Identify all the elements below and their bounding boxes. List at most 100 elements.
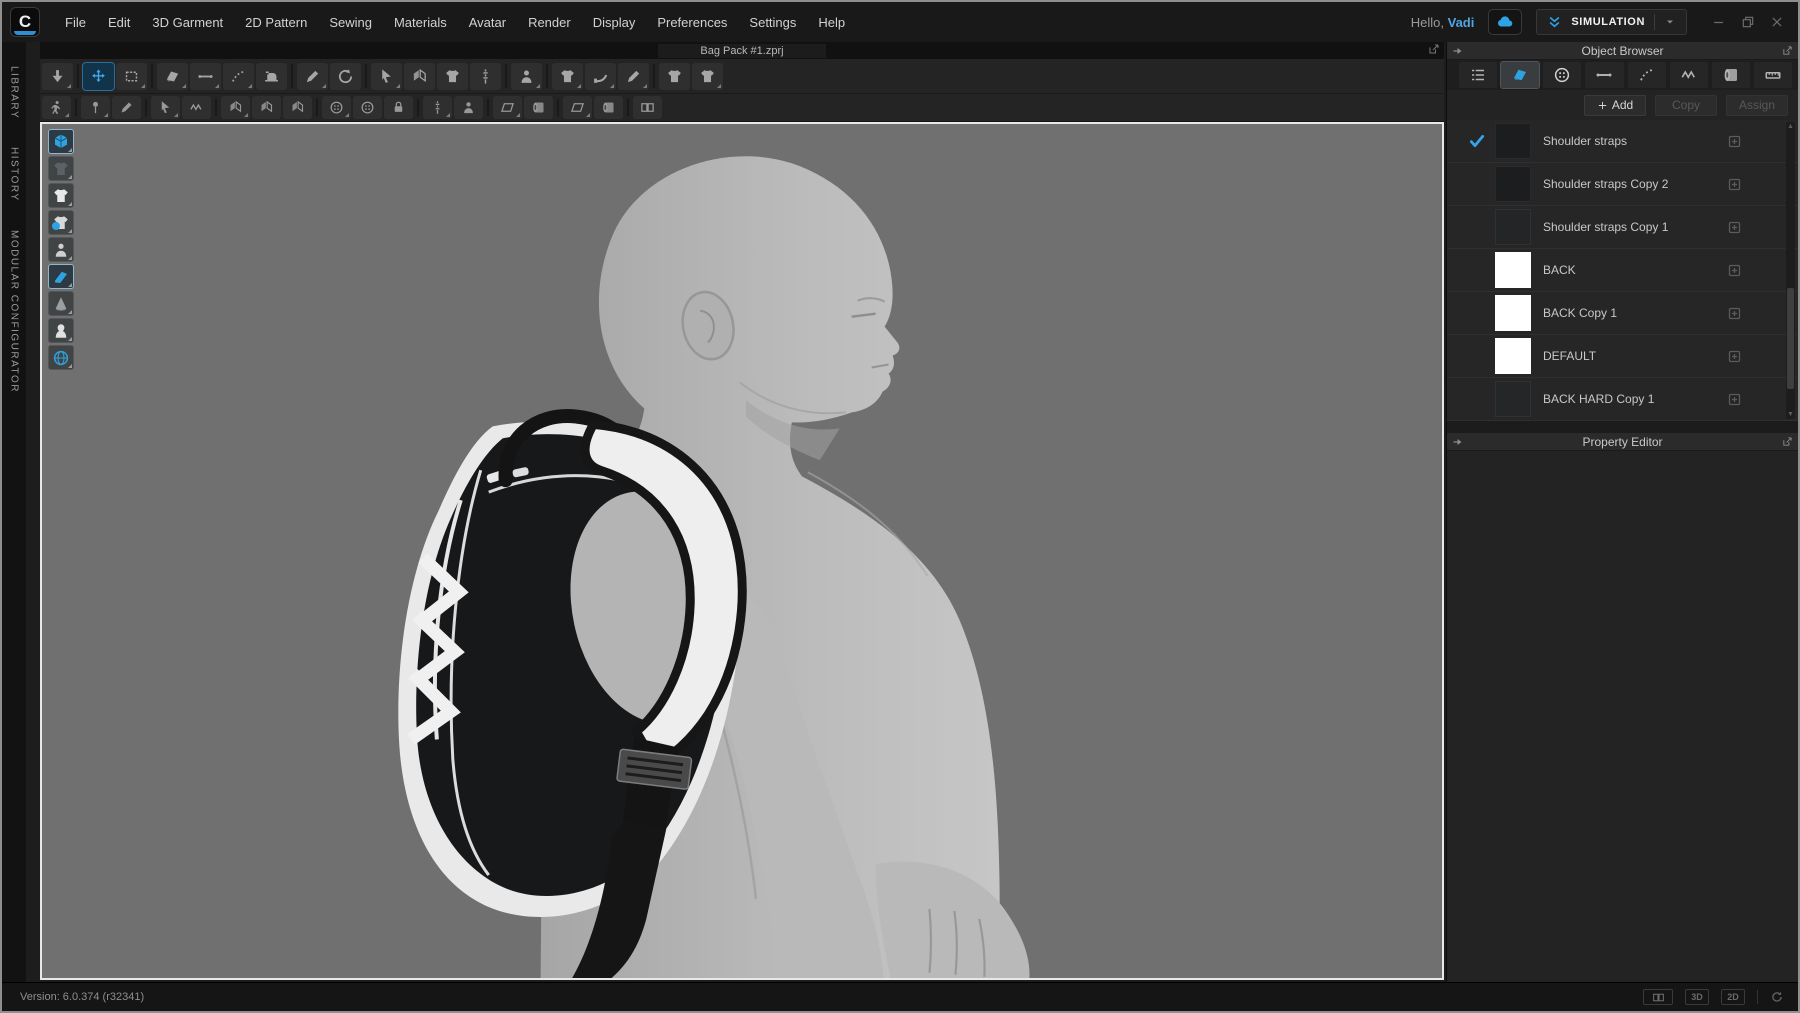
show-3d-garment-button[interactable] — [48, 129, 74, 154]
save-thumbnail-icon[interactable] — [1727, 177, 1742, 192]
toolbar-zipper-button[interactable] — [470, 62, 501, 90]
object-browser-header[interactable]: Object Browser — [1447, 42, 1798, 60]
tab-scene-list[interactable] — [1459, 62, 1498, 88]
menu-sewing[interactable]: Sewing — [318, 9, 383, 36]
tab-stitch[interactable] — [1627, 62, 1666, 88]
toolbar-arrange-plane-button[interactable] — [493, 96, 522, 119]
menu-edit[interactable]: Edit — [97, 9, 141, 36]
menu-avatar[interactable]: Avatar — [458, 9, 517, 36]
toolbar-zipper-install-button[interactable] — [423, 96, 452, 119]
fabric-row-shoulder-straps[interactable]: Shoulder straps — [1447, 120, 1798, 163]
show-internal-lines-button[interactable] — [48, 156, 74, 181]
tab-topstitch[interactable] — [1585, 62, 1624, 88]
assign-button[interactable]: Assign — [1726, 94, 1788, 116]
menu-render[interactable]: Render — [517, 9, 582, 36]
view-3d-button[interactable]: 3D — [1685, 989, 1709, 1005]
toolbar-arrange-curve-button[interactable] — [524, 96, 553, 119]
fabric-row-back-copy-1[interactable]: BACK Copy 1 — [1447, 292, 1798, 335]
show-pattern-outline-button[interactable] — [48, 264, 74, 289]
list-scrollbar[interactable]: ▲ ▼ — [1786, 122, 1795, 419]
tab-fabric[interactable] — [1500, 61, 1541, 89]
document-tab[interactable]: Bag Pack #1.zprj — [658, 43, 826, 58]
toolbar-stylus-pen-button[interactable] — [618, 62, 649, 90]
toolbar-arrange-point-button[interactable] — [371, 62, 402, 90]
toolbar-arrange-plane-b-button[interactable] — [563, 96, 592, 119]
save-thumbnail-icon[interactable] — [1727, 349, 1742, 364]
save-thumbnail-icon[interactable] — [1727, 220, 1742, 235]
user-name-link[interactable]: Vadi — [1448, 15, 1475, 30]
toolbar-align-tools-button[interactable] — [633, 96, 662, 119]
toolbar-edit-sewing-button[interactable] — [256, 62, 287, 90]
toolbar-fold-arrangement-button[interactable] — [404, 62, 435, 90]
toolbar-fold-wrinkle-button[interactable] — [283, 96, 312, 119]
save-thumbnail-icon[interactable] — [1727, 306, 1742, 321]
fabric-swatch[interactable] — [1495, 295, 1531, 331]
toolbar-pin-select-button[interactable] — [81, 96, 110, 119]
property-editor-header[interactable]: Property Editor — [1447, 433, 1798, 451]
fabric-row-back[interactable]: BACK — [1447, 249, 1798, 292]
fabric-swatch[interactable] — [1495, 252, 1531, 288]
fabric-swatch[interactable] — [1495, 338, 1531, 374]
sidebar-tab-history[interactable]: HISTORY — [9, 147, 20, 202]
tab-puckering[interactable] — [1669, 62, 1708, 88]
toolbar-sewing-select-button[interactable] — [151, 96, 180, 119]
view-2d-button[interactable]: 2D — [1721, 989, 1745, 1005]
sidebar-tab-library[interactable]: LIBRARY — [9, 66, 20, 119]
toolbar-edit-pinpoint-button[interactable] — [190, 62, 221, 90]
toolbar-arrange-curve-b-button[interactable] — [594, 96, 623, 119]
split-view-button[interactable] — [1643, 989, 1673, 1005]
tab-fabric-roll[interactable] — [1711, 62, 1750, 88]
close-icon[interactable] — [1770, 15, 1784, 29]
menu-display[interactable]: Display — [582, 9, 647, 36]
toolbar-button-select-button[interactable] — [322, 96, 351, 119]
toolbar-fold-left-button[interactable] — [221, 96, 250, 119]
show-avatar-button[interactable] — [48, 237, 74, 262]
restore-icon[interactable] — [1741, 15, 1755, 29]
save-thumbnail-icon[interactable] — [1727, 392, 1742, 407]
minimize-icon[interactable] — [1711, 15, 1726, 30]
toolbar-flip-fold-right-button[interactable] — [692, 62, 723, 90]
scroll-down-icon[interactable]: ▼ — [1786, 410, 1795, 419]
save-thumbnail-icon[interactable] — [1727, 134, 1742, 149]
toolbar-flip-fold-left-button[interactable] — [659, 62, 690, 90]
fabric-swatch[interactable] — [1495, 123, 1531, 159]
menu-2d-pattern[interactable]: 2D Pattern — [234, 9, 318, 36]
sidebar-tab-modular-configurator[interactable]: MODULAR CONFIGURATOR — [9, 230, 20, 393]
fabric-swatch[interactable] — [1495, 381, 1531, 417]
toolbar-button-add-button[interactable] — [353, 96, 382, 119]
collapse-arrow-icon[interactable] — [1452, 436, 1464, 448]
fabric-swatch[interactable] — [1495, 209, 1531, 245]
fabric-row-back-hard-copy-1[interactable]: BACK HARD Copy 1 — [1447, 378, 1798, 421]
toolbar-fit-maps-button[interactable] — [552, 62, 583, 90]
menu-preferences[interactable]: Preferences — [646, 9, 738, 36]
toolbar-avatar-size-button[interactable] — [454, 96, 483, 119]
save-thumbnail-icon[interactable] — [1727, 263, 1742, 278]
toolbar-hanger-button[interactable] — [437, 62, 468, 90]
fabric-swatch[interactable] — [1495, 166, 1531, 202]
toolbar-gizmo-rotate-button[interactable] — [330, 62, 361, 90]
fabric-row-shoulder-straps-copy-2[interactable]: Shoulder straps Copy 2 — [1447, 163, 1798, 206]
copy-button[interactable]: Copy — [1655, 94, 1717, 116]
tab-measure[interactable] — [1753, 62, 1792, 88]
toolbar-select-box-button[interactable] — [116, 62, 147, 90]
popout-icon[interactable] — [1782, 436, 1793, 447]
toolbar-pin-remove-button[interactable] — [112, 96, 141, 119]
menu-file[interactable]: File — [54, 9, 97, 36]
toolbar-pin-button[interactable] — [297, 62, 328, 90]
chevron-down-icon[interactable] — [1664, 16, 1676, 28]
show-arrangement-points-button[interactable] — [48, 291, 74, 316]
tab-button[interactable] — [1543, 62, 1582, 88]
refresh-icon[interactable] — [1770, 990, 1784, 1004]
popout-icon[interactable] — [1428, 43, 1440, 55]
toolbar-select-move-button[interactable] — [82, 61, 115, 91]
toolbar-avatar-walk-button[interactable] — [42, 96, 71, 119]
menu-materials[interactable]: Materials — [383, 9, 458, 36]
collapse-arrow-icon[interactable] — [1452, 45, 1464, 57]
toolbar-sewing-edit-button[interactable] — [182, 96, 211, 119]
add-button[interactable]: Add — [1584, 94, 1646, 116]
simulation-mode-selector[interactable]: SIMULATION — [1536, 9, 1687, 35]
menu-help[interactable]: Help — [807, 9, 856, 36]
menu-settings[interactable]: Settings — [738, 9, 807, 36]
toolbar-edit-curvature-button[interactable] — [223, 62, 254, 90]
3d-viewport[interactable] — [40, 122, 1444, 980]
